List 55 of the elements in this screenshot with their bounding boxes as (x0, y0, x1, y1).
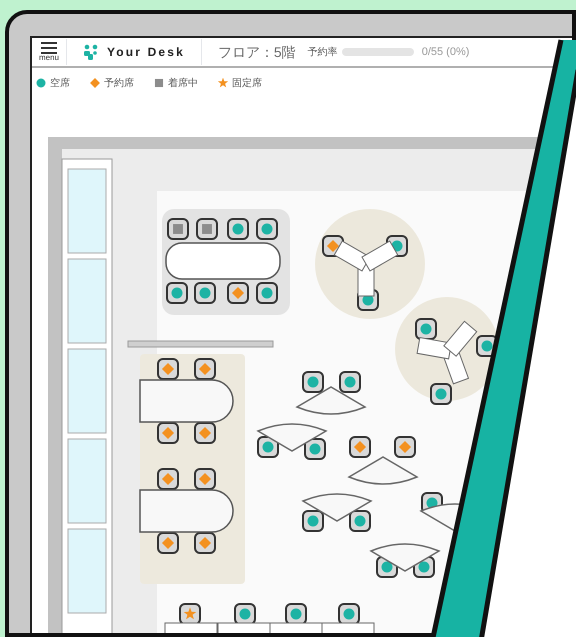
seat[interactable] (157, 532, 179, 554)
seat[interactable] (302, 510, 324, 532)
seat[interactable] (285, 603, 307, 625)
fan-desk (302, 493, 372, 522)
seat[interactable] (167, 218, 189, 240)
seat[interactable] (394, 436, 416, 458)
legend-label: 着席中 (168, 76, 198, 90)
seat[interactable] (157, 422, 179, 444)
seat[interactable] (349, 510, 371, 532)
seat[interactable] (234, 603, 256, 625)
desk (164, 622, 218, 633)
seat[interactable] (430, 383, 452, 405)
seat[interactable] (339, 371, 361, 393)
diamond-icon (90, 78, 100, 88)
floor-title: フロア：5階 (218, 42, 296, 62)
seat[interactable] (194, 468, 216, 490)
seat[interactable] (194, 532, 216, 554)
star-icon (218, 78, 228, 88)
seat[interactable] (179, 603, 201, 625)
seat[interactable] (157, 468, 179, 490)
seat[interactable] (415, 318, 437, 340)
legend-label: 予約席 (104, 76, 134, 90)
seat[interactable] (194, 282, 216, 304)
brand-name: Your Desk (107, 44, 185, 61)
seat[interactable] (257, 436, 279, 458)
pod-desk (334, 240, 398, 296)
seat[interactable] (196, 218, 218, 240)
fan-desk (257, 423, 327, 452)
desk (322, 622, 374, 633)
seat[interactable] (194, 422, 216, 444)
seat[interactable] (256, 282, 278, 304)
fan-desk (296, 386, 366, 415)
reservation-rate-text: 0/55 (0%) (422, 44, 470, 60)
seat[interactable] (349, 436, 371, 458)
pod-desk (416, 320, 478, 384)
reservation-rate-label: 予約率 (308, 46, 338, 60)
seat[interactable] (256, 218, 278, 240)
seat[interactable] (302, 371, 324, 393)
legend-label: 固定席 (232, 76, 262, 90)
seat[interactable] (157, 358, 179, 380)
circle-icon (36, 78, 46, 88)
dots-logo-icon (83, 44, 99, 60)
seat[interactable] (304, 438, 326, 460)
seat[interactable] (194, 358, 216, 380)
fan-desk (370, 543, 440, 572)
seat[interactable] (338, 603, 360, 625)
square-icon (154, 78, 164, 88)
fan-desk (348, 456, 418, 485)
legend-label: 空席 (50, 76, 70, 90)
seat[interactable] (166, 282, 188, 304)
desk (218, 622, 270, 633)
seat[interactable] (227, 282, 249, 304)
seat[interactable] (227, 218, 249, 240)
menu-button[interactable]: menu (32, 42, 66, 62)
menu-icon (41, 42, 57, 54)
